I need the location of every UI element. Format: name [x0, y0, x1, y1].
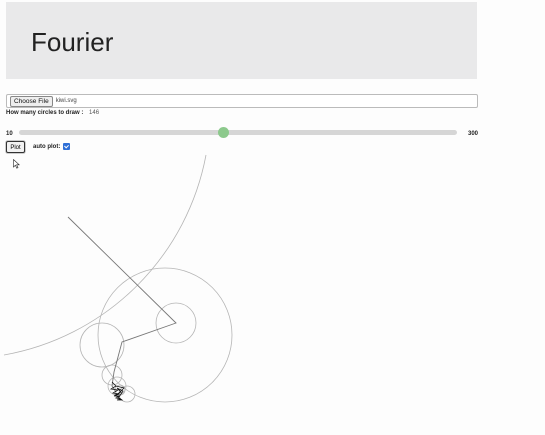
circle-count-value: 146 [89, 110, 100, 116]
slider-min-label: 10 [6, 131, 13, 137]
selected-file-name: kiwi.svg [55, 98, 77, 104]
auto-plot-label: auto plot: [33, 143, 61, 150]
header-banner: Fourier [6, 2, 477, 79]
auto-plot-checkbox[interactable] [63, 143, 71, 150]
page: Fourier Choose File kiwi.svg How many ci… [0, 0, 545, 435]
choose-file-button[interactable]: Choose File [10, 95, 53, 107]
epicycle-circle [97, 267, 233, 403]
circle-count-slider[interactable] [19, 127, 457, 138]
fourier-epicycle-drawing [3, 154, 233, 403]
circle-count-slider-row: 10 300 [6, 126, 478, 140]
slider-max-label: 300 [467, 131, 478, 137]
circle-count-label: How many circles to draw : [6, 110, 84, 116]
auto-plot-control: auto plot: [33, 143, 71, 150]
slider-thumb[interactable] [218, 127, 230, 138]
outer-circle-arc [3, 154, 207, 356]
file-input[interactable]: Choose File kiwi.svg [6, 94, 478, 108]
page-title: Fourier [31, 27, 114, 57]
epicycle-radius-lines [67, 216, 177, 393]
circle-count-row: How many circles to draw : 146 [6, 110, 99, 116]
